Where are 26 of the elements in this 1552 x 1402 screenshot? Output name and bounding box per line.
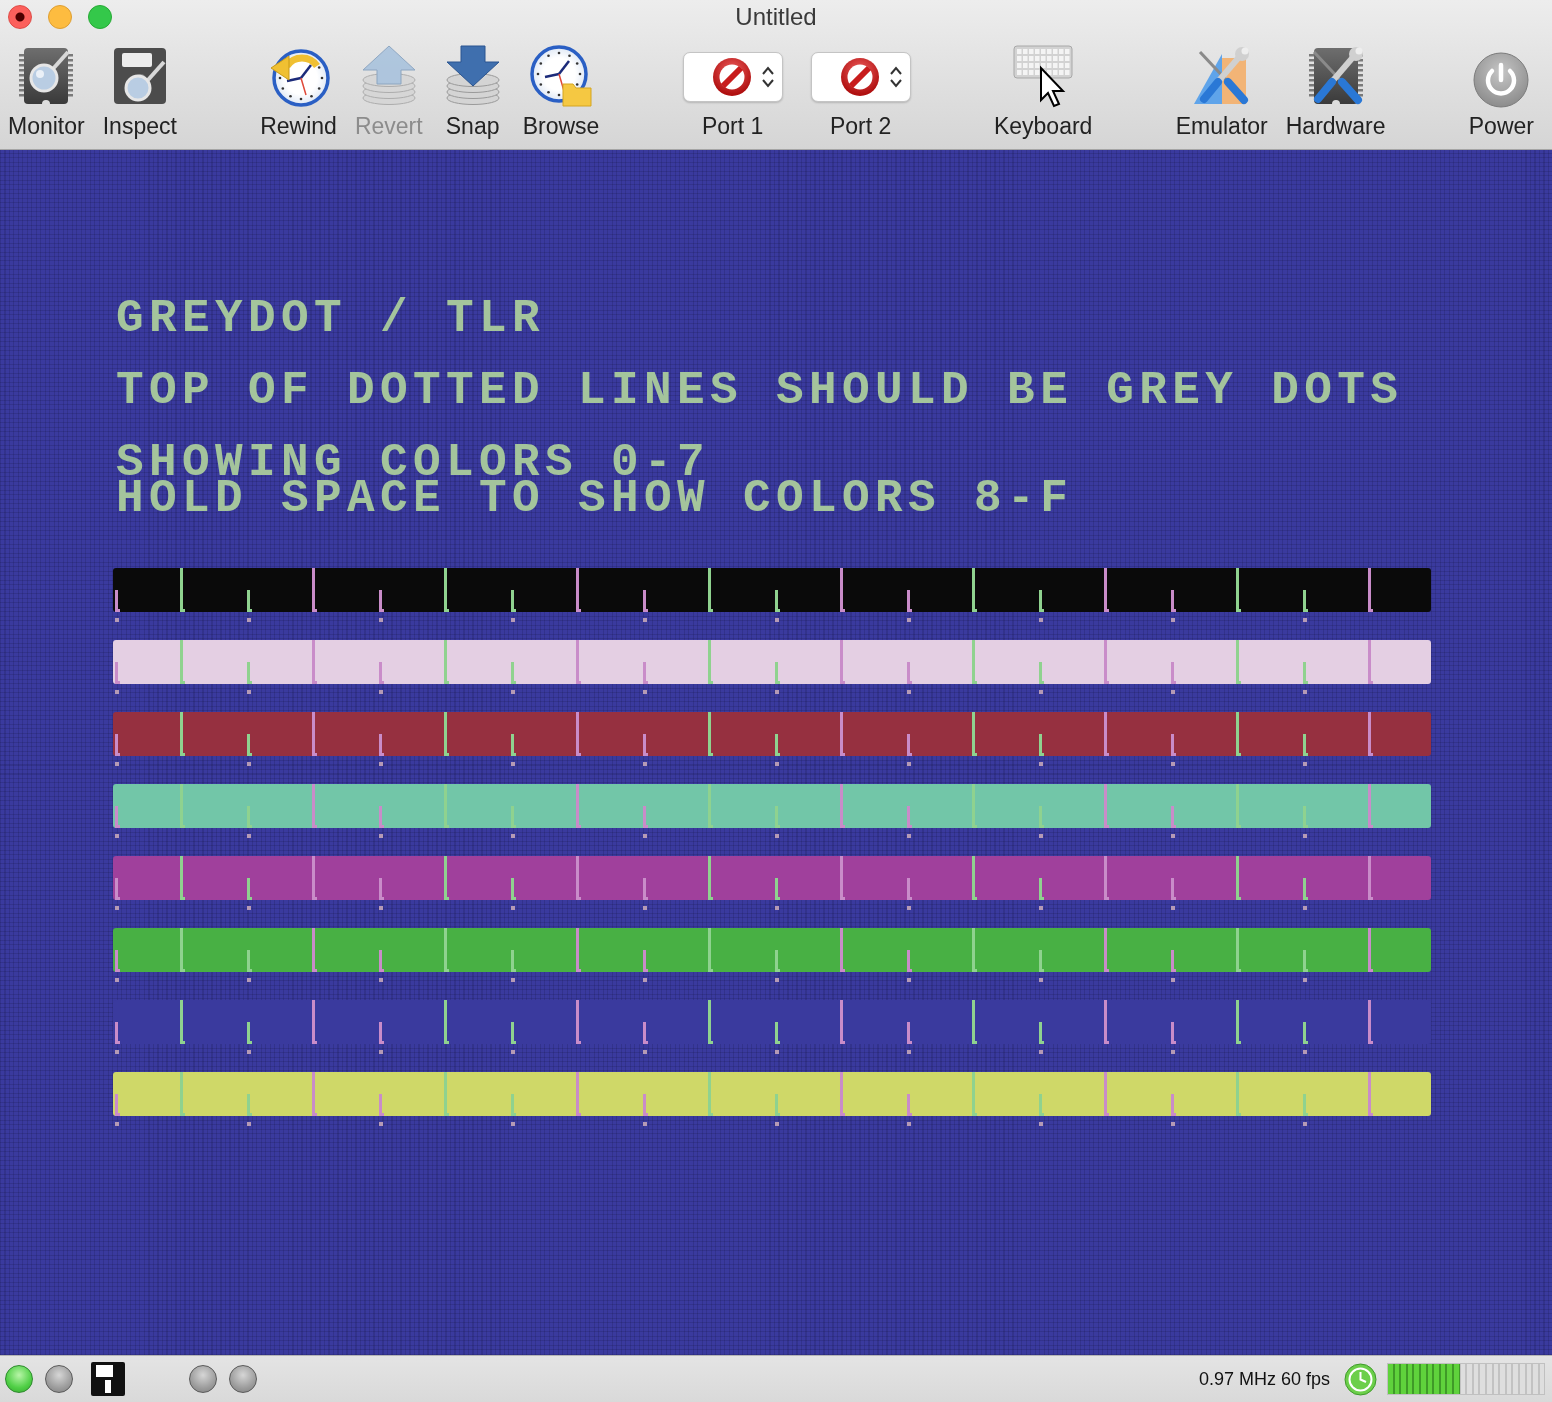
close-button[interactable] [8,5,32,29]
screen-text: SHOWING COLORS 0-7 [116,445,711,481]
toolbar-button[interactable]: Snap [440,44,505,139]
toolbar-button[interactable]: Browse [522,44,600,139]
toolbar-button[interactable]: Emulator [1175,44,1268,139]
port-label: Port 1 [701,113,764,139]
no-entry-icon [711,57,752,97]
toolbar-button[interactable]: Monitor [8,44,85,139]
window-title: Untitled [735,2,817,32]
chevron-updown-icon [889,66,902,88]
screen-text: HOLD SPACE TO SHOW COLORS 8-F [116,481,1074,517]
port-select[interactable] [682,52,783,102]
toolbar-button[interactable]: Keyboard [993,44,1093,139]
port-label: Port 2 [829,113,892,139]
keyboard-cursor-icon [1011,44,1076,108]
chevron-updown-icon [761,66,774,88]
toolbar-button[interactable]: Rewind [260,44,337,139]
clock-folder-icon [528,44,593,108]
no-entry-icon [839,57,880,97]
toolbar-button[interactable]: Hardware [1285,44,1386,139]
toolbar-button[interactable]: Power [1468,44,1534,139]
toolbar-button[interactable]: Inspect [102,44,177,139]
clock-icon [1344,1362,1377,1396]
screen-text: TOP OF DOTTED LINES SHOULD BE GREY DOTS [116,373,1404,409]
port-select[interactable] [810,52,911,102]
speed-readout: 0.97 MHz 60 fps [1198,1368,1330,1390]
